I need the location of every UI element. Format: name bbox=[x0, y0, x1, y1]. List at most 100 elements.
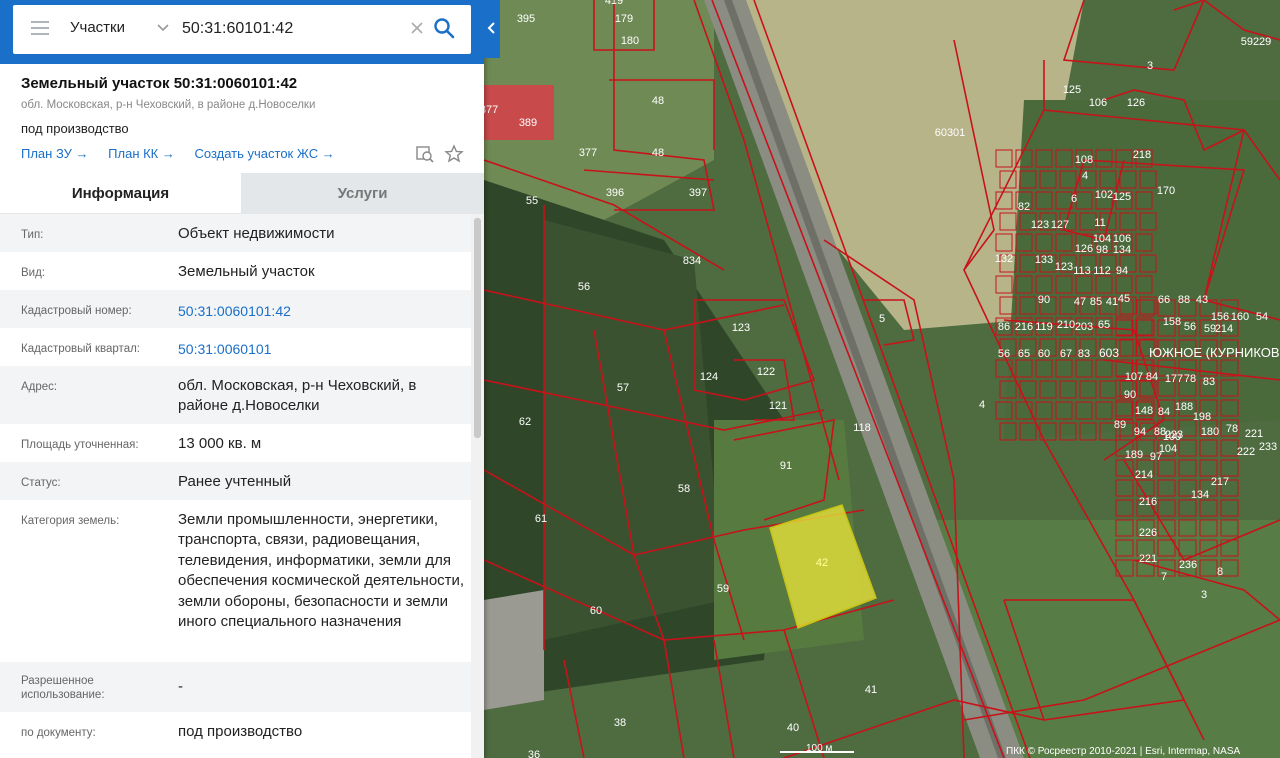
parcel-number-label: 3 bbox=[1201, 589, 1207, 601]
info-table: Тип: Объект недвижимости Вид: Земельный … bbox=[0, 214, 471, 750]
object-type-select[interactable]: Участки bbox=[70, 19, 125, 36]
parcel-number-label: 100 bbox=[1163, 431, 1181, 443]
parcel-number-label: 210 bbox=[1057, 319, 1075, 331]
parcel-number-label: 43 bbox=[1196, 294, 1208, 306]
info-value: Земли промышленности, энергетики, трансп… bbox=[178, 511, 465, 631]
scrollbar-thumb[interactable] bbox=[474, 218, 481, 438]
panel-tabs: Информация Услуги bbox=[0, 173, 484, 214]
parcel-number-label: 11 bbox=[1094, 217, 1105, 229]
parcel-number-label: 56 bbox=[998, 348, 1010, 360]
parcel-number-label: 222 bbox=[1237, 446, 1255, 458]
parcel-number-label: 3 bbox=[1147, 60, 1153, 72]
parcel-number-label: 179 bbox=[615, 13, 633, 25]
parcel-number-label: 60301 bbox=[935, 127, 966, 139]
info-value: под производство bbox=[178, 723, 303, 740]
parcel-number-label: 38 bbox=[614, 717, 626, 729]
parcel-number-label: 198 bbox=[1193, 411, 1211, 423]
cadastral-map[interactable]: 3954191791803773894848377396397558345612… bbox=[484, 0, 1280, 758]
parcel-number-label: 40 bbox=[787, 722, 799, 734]
parcel-number-label: 834 bbox=[683, 255, 701, 267]
search-icon[interactable] bbox=[433, 17, 455, 39]
search-bar: Участки bbox=[0, 0, 484, 64]
parcel-number-label: 94 bbox=[1116, 265, 1128, 277]
star-icon[interactable] bbox=[444, 144, 464, 164]
info-label: Площадь уточненная: bbox=[21, 439, 139, 451]
parcel-number-label: 55 bbox=[526, 195, 538, 207]
parcel-number-label: 389 bbox=[519, 117, 537, 129]
chevron-down-icon[interactable] bbox=[156, 20, 170, 34]
info-row: Адрес: обл. Московская, р-н Чеховский, в… bbox=[0, 366, 471, 424]
parcel-number-label: 47 bbox=[1074, 296, 1086, 308]
parcel-number-label: 123 bbox=[1055, 261, 1073, 273]
info-value: Ранее учтенный bbox=[178, 473, 292, 490]
info-value: обл. Московская, р-н Чеховский, в районе… bbox=[178, 377, 417, 415]
map-village-label: ЮЖНОЕ (КУРНИКОВ bbox=[1149, 345, 1280, 360]
object-purpose: под производство bbox=[21, 121, 129, 136]
parcel-number-label: 89 bbox=[1114, 419, 1126, 431]
parcel-number-label: 189 bbox=[1125, 449, 1143, 461]
menu-icon[interactable] bbox=[31, 21, 49, 35]
cadastral-number-link[interactable]: 50:31:0060101:42 bbox=[178, 301, 468, 321]
parcel-number-label: 118 bbox=[853, 422, 871, 434]
parcel-number-label: 134 bbox=[1191, 489, 1209, 501]
cadastral-quarter-link[interactable]: 50:31:0060101 bbox=[178, 339, 468, 359]
parcel-number-label: 4 bbox=[1082, 170, 1088, 182]
plan-zu-link[interactable]: План ЗУ → bbox=[21, 146, 89, 161]
parcel-number-label: 396 bbox=[606, 187, 624, 199]
info-label: Кадастровый номер: bbox=[21, 305, 132, 317]
tab-information[interactable]: Информация bbox=[0, 173, 241, 214]
parcel-number-label: 203 bbox=[1075, 321, 1093, 333]
info-label: Вид: bbox=[21, 267, 45, 279]
parcel-number-label: 61 bbox=[535, 513, 547, 525]
tab-services[interactable]: Услуги bbox=[241, 173, 484, 214]
parcel-number-label: 148 bbox=[1135, 405, 1153, 417]
parcel-number-label: 59229 bbox=[1241, 36, 1272, 48]
parcel-number-label: 4 bbox=[979, 399, 985, 411]
parcel-number-label: 214 bbox=[1135, 469, 1153, 481]
parcel-number-label: 56 bbox=[1184, 321, 1196, 333]
parcel-number-label: 121 bbox=[769, 400, 787, 412]
map-place-number: 603 bbox=[1099, 346, 1119, 360]
parcel-number-label: 78 bbox=[1184, 373, 1196, 385]
info-row: Кадастровый квартал: 50:31:0060101 bbox=[0, 328, 471, 366]
map-canvas[interactable]: 3954191791803773894848377396397558345612… bbox=[484, 0, 1280, 758]
parcel-number-label: 65 bbox=[1018, 348, 1030, 360]
object-header: Земельный участок 50:31:0060101:42 обл. … bbox=[0, 64, 484, 172]
parcel-number-label: 94 bbox=[1134, 426, 1146, 438]
collapse-panel-button[interactable] bbox=[484, 0, 500, 58]
parcel-number-label: 84 bbox=[1146, 371, 1158, 383]
parcel-number-label: 377 bbox=[484, 104, 498, 116]
parcel-number-label: 54 bbox=[1256, 311, 1268, 323]
close-icon[interactable] bbox=[409, 20, 425, 36]
panel-scrollbar[interactable] bbox=[471, 214, 484, 758]
info-row: по документу: под производство bbox=[0, 712, 471, 750]
parcel-number-label: 112 bbox=[1093, 265, 1111, 277]
info-label: Кадастровый квартал: bbox=[21, 343, 140, 355]
map-attribution: ПКК © Росреестр 2010-2021 | Esri, Interm… bbox=[1006, 746, 1240, 757]
parcel-number-label: 221 bbox=[1139, 553, 1157, 565]
chevron-left-icon bbox=[487, 22, 495, 34]
info-row: Разрешенное использование: - bbox=[0, 662, 471, 712]
parcel-number-label: 84 bbox=[1158, 406, 1170, 418]
parcel-number-label: 42 bbox=[816, 557, 828, 569]
parcel-number-label: 83 bbox=[1203, 376, 1215, 388]
parcel-number-label: 102 bbox=[1095, 189, 1113, 201]
find-on-map-icon[interactable] bbox=[415, 144, 435, 164]
info-row: Кадастровый номер: 50:31:0060101:42 bbox=[0, 290, 471, 328]
parcel-number-label: 188 bbox=[1175, 401, 1193, 413]
parcel-number-label: 41 bbox=[1106, 296, 1118, 308]
parcel-number-label: 6 bbox=[1071, 193, 1077, 205]
parcel-number-label: 123 bbox=[732, 322, 750, 334]
parcel-number-label: 7 bbox=[1161, 571, 1167, 583]
search-input[interactable] bbox=[182, 17, 406, 41]
parcel-number-label: 180 bbox=[621, 35, 639, 47]
parcel-number-label: 221 bbox=[1245, 428, 1263, 440]
parcel-number-label: 90 bbox=[1038, 294, 1050, 306]
create-parcel-link[interactable]: Создать участок ЖС → bbox=[195, 146, 335, 161]
parcel-number-label: 98 bbox=[1096, 244, 1108, 256]
parcel-number-label: 90 bbox=[1124, 389, 1136, 401]
parcel-number-label: 122 bbox=[757, 366, 775, 378]
parcel-number-label: 233 bbox=[1259, 441, 1277, 453]
parcel-number-label: 127 bbox=[1051, 219, 1069, 231]
plan-kk-link[interactable]: План КК → bbox=[108, 146, 175, 161]
